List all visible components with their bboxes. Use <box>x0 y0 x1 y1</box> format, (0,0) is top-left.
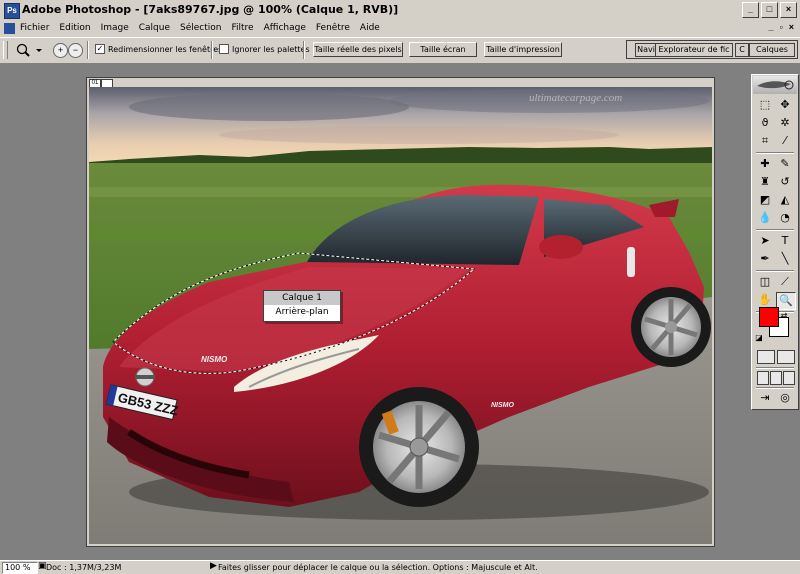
eyedropper-tool-icon[interactable]: ⟋ <box>776 274 794 290</box>
toolbox-separator <box>756 270 794 272</box>
menu-affichage[interactable]: Affichage <box>264 23 306 33</box>
document-titlebar: 01 <box>87 78 714 88</box>
menu-fichier[interactable]: Fichier <box>20 23 49 33</box>
menu-selection[interactable]: Sélection <box>180 23 221 33</box>
tab-layers[interactable]: Calques <box>749 43 795 57</box>
ignore-palettes-label: Ignorer les palettes <box>232 44 310 54</box>
blur-tool-icon[interactable]: 💧 <box>756 210 774 226</box>
status-arrow-icon[interactable]: ▶ <box>210 561 217 571</box>
side-badge-text: NISMO <box>491 402 515 409</box>
status-hint: Faites glisser pour déplacer le calque o… <box>218 563 538 572</box>
ignore-palettes-checkbox[interactable]: Ignorer les palettes <box>219 44 310 54</box>
history-brush-icon[interactable]: ↺ <box>776 174 794 190</box>
checkbox-checked-icon: ✓ <box>95 44 105 54</box>
photoshop-logo-icon: Ps <box>4 3 20 19</box>
move-tool-icon[interactable]: ✥ <box>776 97 794 113</box>
toolbox-separator <box>756 367 794 369</box>
document-size-info[interactable]: Doc : 1,37M/3,23M <box>46 562 121 573</box>
status-bar: 100 % Doc : 1,37M/3,23M ▣ ▶ Faites gliss… <box>0 560 800 574</box>
document-window-controls: _ ▫ × <box>769 22 794 32</box>
window-title: Adobe Photoshop - [7aks89767.jpg @ 100% … <box>22 3 399 16</box>
foreground-color-swatch[interactable] <box>759 307 779 327</box>
dodge-tool-icon[interactable]: ◔ <box>776 210 794 226</box>
brush-tool-icon[interactable]: ✎ <box>776 156 794 172</box>
car-photo: GB53 ZZZ NISMO NISMO ultimatecarpage.com <box>89 87 712 544</box>
layer-menu-item-background[interactable]: Arrière-plan <box>264 305 340 319</box>
type-tool-icon[interactable]: T <box>776 233 794 249</box>
fit-screen-button[interactable]: Taille écran <box>409 42 477 57</box>
menu-aide[interactable]: Aide <box>360 23 380 33</box>
menu-edition[interactable]: Edition <box>59 23 90 33</box>
menu-bar: Fichier Edition Image Calque Sélection F… <box>0 21 800 37</box>
healing-brush-icon[interactable]: ✚ <box>756 156 774 172</box>
adobe-feather-icon <box>757 80 794 90</box>
nismo-badge-text: NISMO <box>201 355 228 364</box>
layer-menu-item-calque-1[interactable]: Calque 1 <box>264 291 340 305</box>
screen-mode-standard-icon[interactable] <box>757 371 769 385</box>
window-controls: _ □ × <box>742 2 797 18</box>
app-menu-icon[interactable] <box>4 23 15 34</box>
zoom-out-icon[interactable]: − <box>68 43 83 58</box>
lasso-tool-icon[interactable]: ϑ <box>756 115 774 131</box>
menu-image[interactable]: Image <box>101 23 129 33</box>
separator <box>87 41 89 59</box>
line-tool-icon[interactable]: ╲ <box>776 251 794 267</box>
print-size-button[interactable]: Taille d'impression <box>484 42 562 57</box>
zoom-in-icon[interactable]: + <box>53 43 68 58</box>
toolbox-header[interactable] <box>753 76 797 94</box>
watermark-text: ultimatecarpage.com <box>529 92 622 104</box>
toolbox-separator <box>756 152 794 154</box>
magic-wand-tool-icon[interactable]: ✲ <box>776 115 794 131</box>
path-selection-icon[interactable]: ➤ <box>756 233 774 249</box>
standard-mode-icon[interactable] <box>757 350 775 364</box>
toolbox: ⬚ ✥ ϑ ✲ ⌗ ⁄ ✚ ✎ ♜ ↺ ◩ ◭ 💧 ◔ ➤ T ✒ ╲ ◫ ⟋ … <box>751 74 799 410</box>
document-window: 01 GB53 ZZZ NISMO NISMO ultimatecarpage.… <box>86 77 715 547</box>
jump-to-imageready-icon[interactable]: ⇥ <box>756 390 774 406</box>
close-button[interactable]: × <box>780 2 797 18</box>
slice-tool-icon[interactable]: ⁄ <box>776 133 794 149</box>
tool-preset-picker[interactable] <box>14 42 44 58</box>
zoom-tool-active-icon[interactable]: 🔍 <box>776 292 796 310</box>
marquee-tool-icon[interactable]: ⬚ <box>756 97 774 113</box>
screen-mode-full-menu-icon[interactable] <box>770 371 782 385</box>
doc-close-button[interactable]: × <box>789 22 794 32</box>
clone-stamp-icon[interactable]: ♜ <box>756 174 774 190</box>
separator <box>303 41 305 59</box>
quick-mask-mode-icon[interactable] <box>777 350 795 364</box>
tab-c[interactable]: C <box>735 43 749 57</box>
notes-tool-icon[interactable]: ◫ <box>756 274 774 290</box>
screen-mode-full-icon[interactable] <box>783 371 795 385</box>
crop-tool-icon[interactable]: ⌗ <box>756 133 774 149</box>
title-bar: Ps Adobe Photoshop - [7aks89767.jpg @ 10… <box>0 0 800 22</box>
checkbox-unchecked-icon <box>219 44 229 54</box>
hand-tool-icon[interactable]: ✋ <box>756 292 774 308</box>
palette-well: Navi Explorateur de fic C Calques <box>626 40 798 59</box>
minimize-button[interactable]: _ <box>742 2 759 18</box>
paint-bucket-icon[interactable]: ◭ <box>776 192 794 208</box>
status-info-icon: ▣ <box>38 561 47 571</box>
zoom-tool-icon <box>16 43 42 57</box>
menu-filtre[interactable]: Filtre <box>232 23 254 33</box>
actual-pixels-button[interactable]: Taille réelle des pixels <box>313 42 403 57</box>
pen-tool-icon[interactable]: ✒ <box>756 251 774 267</box>
layer-context-menu: Calque 1 Arrière-plan <box>263 290 341 322</box>
menu-fenetre[interactable]: Fenêtre <box>316 23 350 33</box>
tab-navigator[interactable]: Navi <box>635 43 657 57</box>
doc-restore-button[interactable]: ▫ <box>780 22 783 32</box>
zoom-level-field[interactable]: 100 % <box>2 562 38 574</box>
menu-calque[interactable]: Calque <box>139 23 170 33</box>
maximize-button[interactable]: □ <box>761 2 778 18</box>
separator <box>211 41 213 59</box>
resize-windows-label: Redimensionner les fenêtres <box>108 44 223 54</box>
tab-file-browser[interactable]: Explorateur de fic <box>655 43 733 57</box>
resize-windows-checkbox[interactable]: ✓ Redimensionner les fenêtres <box>95 44 222 54</box>
toolbox-separator <box>756 229 794 231</box>
options-grip[interactable] <box>3 41 8 59</box>
toolbox-separator <box>756 387 794 389</box>
eraser-tool-icon[interactable]: ◩ <box>756 192 774 208</box>
doc-minimize-button[interactable]: _ <box>769 22 774 32</box>
image-canvas[interactable]: GB53 ZZZ NISMO NISMO ultimatecarpage.com <box>89 87 712 544</box>
default-colors-icon[interactable]: ◪ <box>754 333 764 343</box>
imageready-icon[interactable]: ◎ <box>776 390 794 406</box>
